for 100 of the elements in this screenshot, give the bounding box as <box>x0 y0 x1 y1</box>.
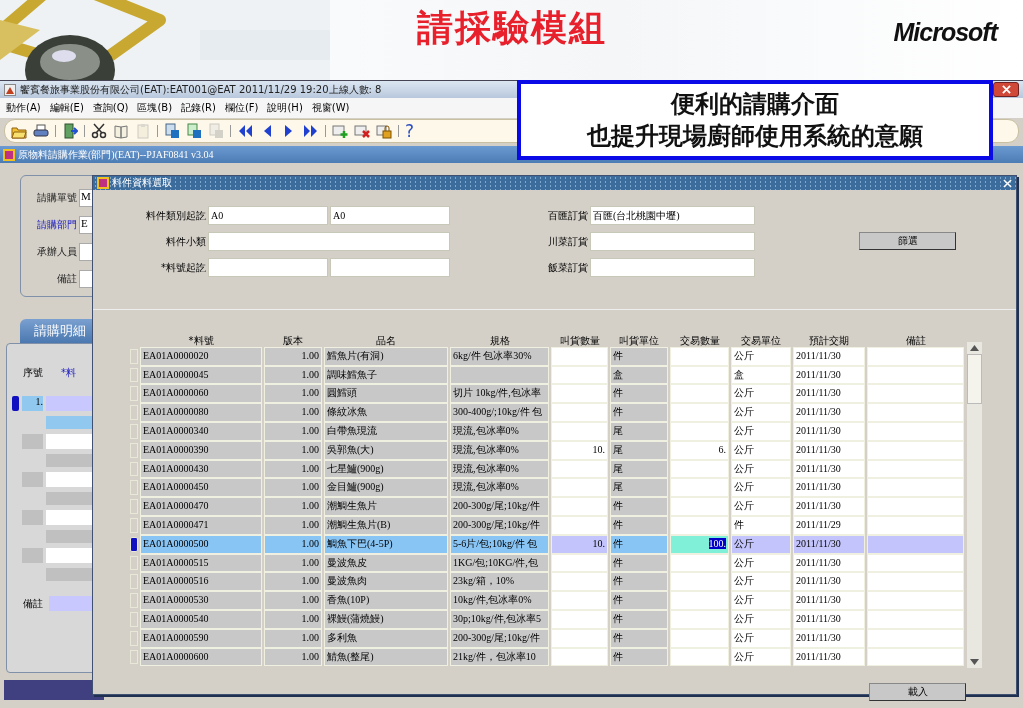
close-icon[interactable] <box>1003 178 1012 188</box>
table-cell: 曼波魚肉 <box>324 572 448 592</box>
scissors-icon[interactable] <box>91 123 107 139</box>
scroll-thumb[interactable] <box>967 354 982 404</box>
row-marker[interactable] <box>130 611 138 627</box>
column-header: 序號 <box>23 366 43 380</box>
menu-item[interactable]: 查詢(Q) <box>92 101 129 115</box>
table-cell: 切片 10kg/件,包冰率 <box>450 384 549 404</box>
door-icon[interactable] <box>62 123 78 139</box>
menu-item[interactable]: 視窗(W) <box>311 101 350 115</box>
input-field[interactable]: A0 <box>208 206 328 225</box>
table-cell: 10kg/件,包冰率0% <box>450 591 549 610</box>
filter-button[interactable]: 篩選 <box>859 232 956 250</box>
table-cell: 300-400g/;10kg/件 包 <box>450 403 549 422</box>
double-right-arrow-icon[interactable] <box>303 123 319 139</box>
column-header: 交易單位 <box>740 334 782 347</box>
row-marker[interactable] <box>130 442 138 458</box>
window-title: 饗賓餐旅事業股份有限公司(EAT):EAT001@EAT 2011/11/29 19:20上線人數: 8 <box>20 82 383 97</box>
close-button[interactable] <box>993 82 1019 97</box>
field-label: 川菜訂貨 <box>547 234 588 249</box>
down-arrow-icon[interactable] <box>967 656 982 668</box>
column-header: 預計交期 <box>808 334 850 347</box>
help-button[interactable]: ? <box>405 122 415 140</box>
row-marker[interactable] <box>130 630 138 646</box>
row-marker[interactable] <box>130 555 138 571</box>
row-marker[interactable] <box>130 536 138 552</box>
column-header: 備註 <box>904 334 927 347</box>
callout-text: 便利的請購介面 <box>671 89 839 120</box>
table-cell: EA01A0000020 <box>140 346 262 366</box>
table-cell <box>551 478 608 498</box>
grid-plus-icon[interactable] <box>332 123 348 139</box>
row-marker[interactable] <box>130 480 138 496</box>
brand-logo: Microsoft <box>893 18 997 47</box>
row-marker[interactable] <box>130 367 138 383</box>
printer-icon[interactable] <box>33 123 49 139</box>
dialog-title: 料件資料選取 <box>112 176 173 190</box>
menu-item[interactable]: 記錄(R) <box>181 101 216 115</box>
scrollbar[interactable] <box>967 342 982 668</box>
menu-item[interactable]: 說明(H) <box>267 101 303 115</box>
column-header: *料號 <box>187 334 215 347</box>
double-left-arrow-icon[interactable] <box>237 123 253 139</box>
callout-text: 也提升現場廚師使用系統的意願 <box>587 121 923 152</box>
menu-item[interactable]: 區塊(B) <box>137 101 173 115</box>
row-marker[interactable] <box>130 499 138 514</box>
close-icon <box>1001 85 1011 94</box>
table-cell <box>670 572 729 592</box>
field-label: 備註 <box>23 596 43 611</box>
input-field[interactable] <box>330 258 450 277</box>
lock-icon[interactable] <box>376 123 392 139</box>
input-field[interactable] <box>208 258 328 277</box>
table-cell: EA01A0000080 <box>140 403 262 422</box>
table-cell: 件 <box>610 591 668 610</box>
input-field[interactable] <box>590 232 755 251</box>
table-cell: 2011/11/30 <box>793 346 865 366</box>
table-cell <box>551 591 608 610</box>
table-cell: 公斤 <box>731 346 791 366</box>
row-marker[interactable] <box>130 348 138 364</box>
table-cell: 公斤 <box>731 478 791 498</box>
menu-item[interactable]: 動作(A) <box>6 101 41 115</box>
row-marker[interactable] <box>130 461 138 477</box>
table-cell <box>670 403 729 422</box>
table-cell: 2011/11/30 <box>793 572 865 592</box>
table-cell: 公斤 <box>731 572 791 592</box>
form-icon <box>3 148 15 161</box>
table-cell: EA01A0000530 <box>140 591 262 610</box>
table-cell: 件 <box>610 403 668 422</box>
row-marker[interactable] <box>130 574 138 590</box>
column-header: *料 <box>61 366 76 380</box>
menu-item[interactable]: 欄位(F) <box>224 101 259 115</box>
column-header: 交易數量 <box>678 334 721 347</box>
field-label: 料件類別起訖 <box>145 208 206 223</box>
table-cell <box>551 384 608 404</box>
row-marker[interactable] <box>130 517 138 533</box>
table-cell: 2011/11/30 <box>793 591 865 610</box>
table-cell <box>670 346 729 366</box>
input-field[interactable] <box>208 232 450 251</box>
up-arrow-icon[interactable] <box>967 342 982 354</box>
column-header: 叫貨單位 <box>618 334 660 347</box>
table-cell <box>670 497 729 516</box>
table-cell: EA01A0000450 <box>140 478 262 498</box>
book-icon[interactable] <box>113 123 129 139</box>
page-icon[interactable] <box>164 123 180 139</box>
load-button[interactable]: 載入 <box>869 683 966 701</box>
row-marker[interactable] <box>130 593 138 608</box>
table-cell: 金目鱸(900g) <box>324 478 448 498</box>
table-cell: 2011/11/30 <box>793 478 865 498</box>
page-icon[interactable] <box>186 123 202 139</box>
grid-x-icon[interactable] <box>354 123 370 139</box>
input-field[interactable] <box>590 258 755 277</box>
row-marker[interactable] <box>12 396 19 411</box>
table-cell: 公斤 <box>731 591 791 610</box>
input-field[interactable]: A0 <box>330 206 450 225</box>
row-marker[interactable] <box>130 424 138 439</box>
table-cell: 1.00 <box>264 346 322 366</box>
row-marker[interactable] <box>130 649 138 665</box>
table-cell: 2011/11/30 <box>793 384 865 404</box>
menu-item[interactable]: 編輯(E) <box>49 101 84 115</box>
input-field[interactable]: 百匯(台北桃園中壢) <box>590 206 755 225</box>
row-marker[interactable] <box>130 386 138 402</box>
row-marker[interactable] <box>130 405 138 420</box>
